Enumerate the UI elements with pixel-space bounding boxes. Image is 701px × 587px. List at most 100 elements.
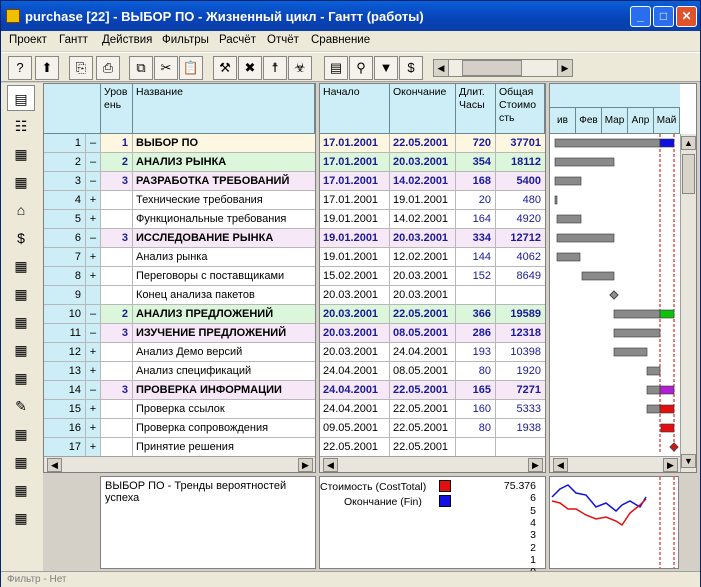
gantt-icon[interactable]: ▤: [324, 56, 348, 80]
money-icon[interactable]: $: [7, 225, 35, 251]
close-button[interactable]: ✕: [676, 6, 697, 27]
table-row[interactable]: 20.03.2001 20.03.2001: [320, 286, 545, 305]
end-cell[interactable]: 08.05.2001: [390, 362, 456, 380]
table-row[interactable]: 17.01.2001 22.05.2001 720 37701: [320, 134, 545, 153]
tree-view-icon[interactable]: ☷: [7, 113, 35, 139]
name-cell[interactable]: Переговоры с поставщиками: [133, 267, 315, 285]
cost-cell[interactable]: 5400: [496, 172, 545, 190]
expand-toggle[interactable]: –: [86, 153, 101, 171]
scroll-right-icon[interactable]: ▶: [663, 458, 678, 472]
expand-toggle[interactable]: +: [86, 419, 101, 437]
menu-actions[interactable]: Действия: [102, 34, 152, 46]
expand-toggle[interactable]: +: [86, 400, 101, 418]
name-cell[interactable]: АНАЛИЗ ПРЕДЛОЖЕНИЙ: [133, 305, 315, 323]
start-cell[interactable]: 20.03.2001: [320, 324, 390, 342]
expand-toggle[interactable]: –: [86, 229, 101, 247]
calendar-check-icon[interactable]: ▦: [7, 477, 35, 503]
table-row[interactable]: 16 + Проверка сопровождения: [44, 419, 315, 438]
vscroll-thumb[interactable]: [682, 154, 695, 194]
row-number[interactable]: 14: [44, 381, 86, 399]
expand-toggle[interactable]: +: [86, 267, 101, 285]
duration-cell[interactable]: 80: [456, 362, 496, 380]
name-cell[interactable]: ПРОВЕРКА ИНФОРМАЦИИ: [133, 381, 315, 399]
maximize-button[interactable]: □: [653, 6, 674, 27]
row-number[interactable]: 10: [44, 305, 86, 323]
expand-toggle[interactable]: +: [86, 362, 101, 380]
grid-hscroll[interactable]: ◀ ▶: [44, 456, 315, 472]
table-row[interactable]: 8 + Переговоры с поставщиками: [44, 267, 315, 286]
table-row[interactable]: 4 + Технические требования: [44, 191, 315, 210]
start-cell[interactable]: 17.01.2001: [320, 134, 390, 152]
table-row[interactable]: 17 + Принятие решения: [44, 438, 315, 457]
end-cell[interactable]: 14.02.2001: [390, 210, 456, 228]
table-row[interactable]: 6–3 ИССЛЕДОВАНИЕ РЫНКА: [44, 229, 315, 248]
name-cell[interactable]: Проверка ссылок: [133, 400, 315, 418]
duration-cell[interactable]: [456, 286, 496, 304]
end-cell[interactable]: 20.03.2001: [390, 229, 456, 247]
row-number[interactable]: 6: [44, 229, 86, 247]
end-cell[interactable]: 22.05.2001: [390, 381, 456, 399]
row-number[interactable]: 16: [44, 419, 86, 437]
copy-icon[interactable]: ⧉: [129, 56, 153, 80]
start-cell[interactable]: 20.03.2001: [320, 305, 390, 323]
resource-icon[interactable]: ⚒: [213, 56, 237, 80]
calendar-move-icon[interactable]: ▦: [7, 505, 35, 531]
cost-cell[interactable]: [496, 438, 545, 456]
table-row[interactable]: 24.04.2001 08.05.2001 80 1920: [320, 362, 545, 381]
table-row[interactable]: 7 + Анализ рынка: [44, 248, 315, 267]
table-row[interactable]: 14–3 ПРОВЕРКА ИНФОРМАЦИИ: [44, 381, 315, 400]
table-row[interactable]: 2–2 АНАЛИЗ РЫНКА: [44, 153, 315, 172]
end-cell[interactable]: 20.03.2001: [390, 153, 456, 171]
filter-icon[interactable]: ▼: [374, 56, 398, 80]
gantt-vscroll[interactable]: ▲ ▼: [680, 134, 696, 472]
zoom-scrollbar[interactable]: ◀ ▶: [433, 59, 573, 77]
table-row[interactable]: 3–3 РАЗРАБОТКА ТРЕБОВАНИЙ: [44, 172, 315, 191]
gantt-hscroll[interactable]: ◀ ▶: [550, 456, 680, 472]
duration-cell[interactable]: 80: [456, 419, 496, 437]
start-cell[interactable]: 20.03.2001: [320, 343, 390, 361]
calendar-add-icon[interactable]: ▦: [7, 421, 35, 447]
start-cell[interactable]: 19.01.2001: [320, 210, 390, 228]
start-cell[interactable]: 24.04.2001: [320, 400, 390, 418]
start-cell[interactable]: 19.01.2001: [320, 229, 390, 247]
cost-cell[interactable]: 5333: [496, 400, 545, 418]
scroll-up-icon[interactable]: ▲: [681, 136, 696, 150]
table-row[interactable]: 13 + Анализ спецификаций: [44, 362, 315, 381]
row-number[interactable]: 17: [44, 438, 86, 456]
menu-filters[interactable]: Фильтры: [162, 34, 209, 46]
name-cell[interactable]: ВЫБОР ПО: [133, 134, 315, 152]
table-row[interactable]: 24.04.2001 22.05.2001 160 5333: [320, 400, 545, 419]
scroll-left-icon[interactable]: ◀: [47, 458, 62, 472]
name-cell[interactable]: АНАЛИЗ РЫНКА: [133, 153, 315, 171]
start-cell[interactable]: 09.05.2001: [320, 419, 390, 437]
cost-cell[interactable]: 7271: [496, 381, 545, 399]
duration-cell[interactable]: 720: [456, 134, 496, 152]
duration-cell[interactable]: 366: [456, 305, 496, 323]
table-row[interactable]: 19.01.2001 20.03.2001 334 12712: [320, 229, 545, 248]
print-icon[interactable]: ⎙: [96, 56, 120, 80]
table-row[interactable]: 19.01.2001 12.02.2001 144 4062: [320, 248, 545, 267]
calendar-person-icon[interactable]: ▦: [7, 169, 35, 195]
name-cell[interactable]: ИЗУЧЕНИЕ ПРЕДЛОЖЕНИЙ: [133, 324, 315, 342]
start-cell[interactable]: 17.01.2001: [320, 191, 390, 209]
start-cell[interactable]: 19.01.2001: [320, 248, 390, 266]
calendar-coins-icon[interactable]: ▦: [7, 309, 35, 335]
cost-cell[interactable]: 18112: [496, 153, 545, 171]
table-row[interactable]: 1–1 ВЫБОР ПО: [44, 134, 315, 153]
start-cell[interactable]: 24.04.2001: [320, 362, 390, 380]
name-cell[interactable]: Анализ рынка: [133, 248, 315, 266]
row-number[interactable]: 9: [44, 286, 86, 304]
cost-cell[interactable]: 12712: [496, 229, 545, 247]
delete-resource-icon[interactable]: ✖: [238, 56, 262, 80]
doors-icon[interactable]: ⌂: [7, 197, 35, 223]
end-cell[interactable]: 22.05.2001: [390, 400, 456, 418]
menu-calc[interactable]: Расчёт: [219, 34, 256, 46]
cost-cell[interactable]: 1938: [496, 419, 545, 437]
name-cell[interactable]: ИССЛЕДОВАНИЕ РЫНКА: [133, 229, 315, 247]
scroll-left-icon[interactable]: ◀: [553, 458, 568, 472]
expand-toggle[interactable]: +: [86, 343, 101, 361]
start-cell[interactable]: 22.05.2001: [320, 438, 390, 456]
expand-toggle[interactable]: –: [86, 134, 101, 152]
calendar-alert-icon[interactable]: ▦: [7, 141, 35, 167]
cost-cell[interactable]: 12318: [496, 324, 545, 342]
